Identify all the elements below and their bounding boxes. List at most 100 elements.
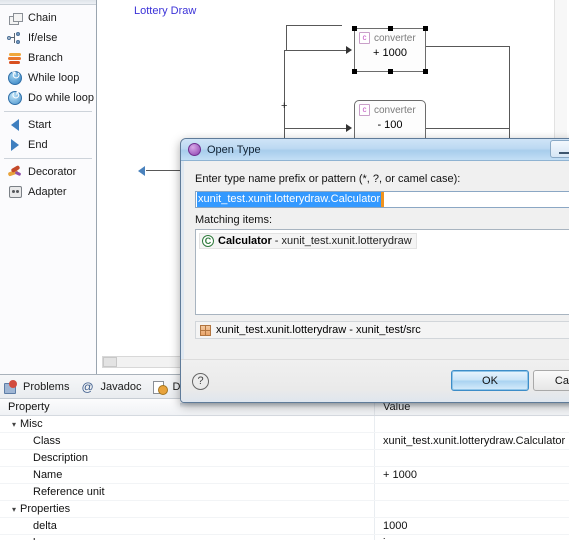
properties-table[interactable]: Property Value ▾Misc Class xunit_test.xu… (0, 399, 569, 540)
minimize-icon (559, 152, 569, 154)
palette-item-chain[interactable]: Chain (0, 8, 96, 28)
node-type-label: converter (374, 32, 416, 44)
package-location-label: xunit_test.xunit.lotterydraw - xunit_tes… (216, 324, 421, 336)
property-name: Misc (20, 417, 43, 430)
property-name: delta (33, 519, 57, 532)
property-value (375, 484, 569, 500)
property-value: xunit_test.xunit.lotterydraw.Calculator (383, 435, 566, 447)
tab-javadoc[interactable]: @ Javadoc (77, 375, 149, 399)
resize-handle-ne[interactable] (423, 26, 428, 31)
do-while-loop-icon (7, 89, 23, 106)
twisty-icon[interactable]: ▾ (8, 416, 20, 433)
connector-to-node2 (284, 128, 346, 129)
palette-item-do-while-loop[interactable]: Do while loop (0, 88, 96, 108)
minimize-button[interactable] (550, 140, 569, 158)
start-node-marker[interactable] (138, 166, 145, 176)
cancel-button[interactable]: Cancel (533, 370, 569, 391)
class-badge-icon: c (359, 32, 370, 44)
tab-label: Javadoc (100, 380, 142, 393)
table-row[interactable]: delta 1000 (0, 518, 569, 535)
palette-item-label: While loop (28, 72, 80, 84)
problems-icon (4, 380, 19, 394)
match-type-name: Calculator (218, 235, 272, 247)
property-value: 1000 (383, 520, 408, 532)
class-badge-icon: c (359, 104, 370, 116)
palette-item-label: End (28, 139, 48, 151)
palette-item-ifelse[interactable]: If/else (0, 28, 96, 48)
help-button[interactable]: ? (192, 372, 209, 390)
ok-button[interactable]: OK (451, 370, 529, 391)
palette-panel: Chain If/else Branch While loop Do while… (0, 0, 97, 374)
palette-item-label: Start (28, 119, 52, 131)
dialog-title: Open Type (207, 143, 261, 156)
tab-problems[interactable]: Problems (0, 375, 77, 399)
property-name: Reference unit (33, 485, 105, 498)
palette-separator (4, 158, 92, 159)
table-row[interactable]: key income (0, 535, 569, 540)
type-name-input[interactable]: xunit_test.xunit.lotterydraw.Calculator (195, 191, 569, 208)
dialog-title-bar[interactable]: Open Type (181, 139, 569, 161)
palette-item-adapter[interactable]: Adapter (0, 182, 96, 202)
match-package: xunit_test.xunit.lotterydraw (281, 235, 412, 247)
property-name: key (33, 535, 50, 540)
decorator-icon (7, 164, 23, 180)
resize-handle-sw[interactable] (352, 69, 357, 74)
twisty-icon[interactable]: ▾ (8, 501, 20, 518)
class-icon: C (202, 235, 214, 247)
javadoc-icon: @ (81, 379, 94, 394)
start-icon (7, 117, 23, 133)
palette-item-label: If/else (28, 32, 58, 44)
table-row[interactable]: Description (0, 450, 569, 467)
property-name: Properties (20, 502, 71, 515)
scrollbar-thumb[interactable] (103, 357, 117, 367)
property-name: Description (33, 451, 89, 464)
branch-icon (7, 50, 23, 66)
connector-right-vertical (509, 46, 510, 141)
connector-arrow-node1 (346, 46, 352, 54)
open-type-dialog[interactable]: Open Type Enter type name prefix or patt… (180, 138, 569, 403)
resize-handle-s[interactable] (388, 69, 393, 74)
palette-item-label: Do while loop (28, 92, 95, 104)
resize-handle-se[interactable] (423, 69, 428, 74)
property-name: Name (33, 468, 63, 481)
ifelse-icon (7, 30, 23, 46)
dialog-footer: ? OK Cancel (181, 359, 569, 402)
while-loop-icon (7, 69, 23, 86)
palette-item-branch[interactable]: Branch (0, 48, 96, 68)
table-row[interactable]: Reference unit (0, 484, 569, 501)
palette-item-label: Chain (28, 12, 57, 24)
property-value: + 1000 (383, 469, 417, 481)
resize-handle-nw[interactable] (352, 26, 357, 31)
table-row[interactable]: Class xunit_test.xunit.lotterydraw.Calcu… (0, 433, 569, 450)
resize-handle-n[interactable] (388, 26, 393, 31)
type-name-prompt: Enter type name prefix or pattern (*, ?,… (195, 173, 461, 185)
property-value (375, 450, 569, 466)
list-item[interactable]: C Calculator - xunit_test.xunit.lotteryd… (199, 233, 417, 249)
property-value: income (375, 535, 569, 540)
match-separator: - (274, 235, 279, 247)
connector-arrow-node2 (346, 124, 352, 132)
table-row[interactable]: ▾ Properties (0, 501, 569, 518)
connector-to-node1 (284, 50, 346, 51)
palette-separator (4, 111, 92, 112)
palette-item-label: Decorator (28, 166, 77, 178)
adapter-icon (7, 184, 23, 200)
connector-node1-out (426, 46, 510, 47)
palette-item-decorator[interactable]: Decorator (0, 162, 96, 182)
palette-item-end[interactable]: End (0, 135, 96, 155)
palette-item-while-loop[interactable]: While loop (0, 68, 96, 88)
diagram-node-converter-1[interactable]: c converter + 1000 (352, 26, 428, 74)
chain-icon (7, 10, 23, 26)
text-caret (381, 192, 385, 207)
connector-node2-out (426, 128, 510, 129)
open-type-icon (188, 143, 201, 156)
matching-items-list[interactable]: C Calculator - xunit_test.xunit.lotteryd… (195, 229, 569, 315)
table-row[interactable]: Name + 1000 (0, 467, 569, 484)
package-icon (200, 324, 211, 336)
palette-scroll-strip[interactable] (0, 0, 96, 5)
property-name: Class (33, 434, 61, 447)
table-row[interactable]: ▾ Misc (0, 416, 569, 433)
palette-item-start[interactable]: Start (0, 115, 96, 135)
node-name-label: - 100 (377, 119, 403, 131)
connector-top-stub (286, 25, 287, 51)
